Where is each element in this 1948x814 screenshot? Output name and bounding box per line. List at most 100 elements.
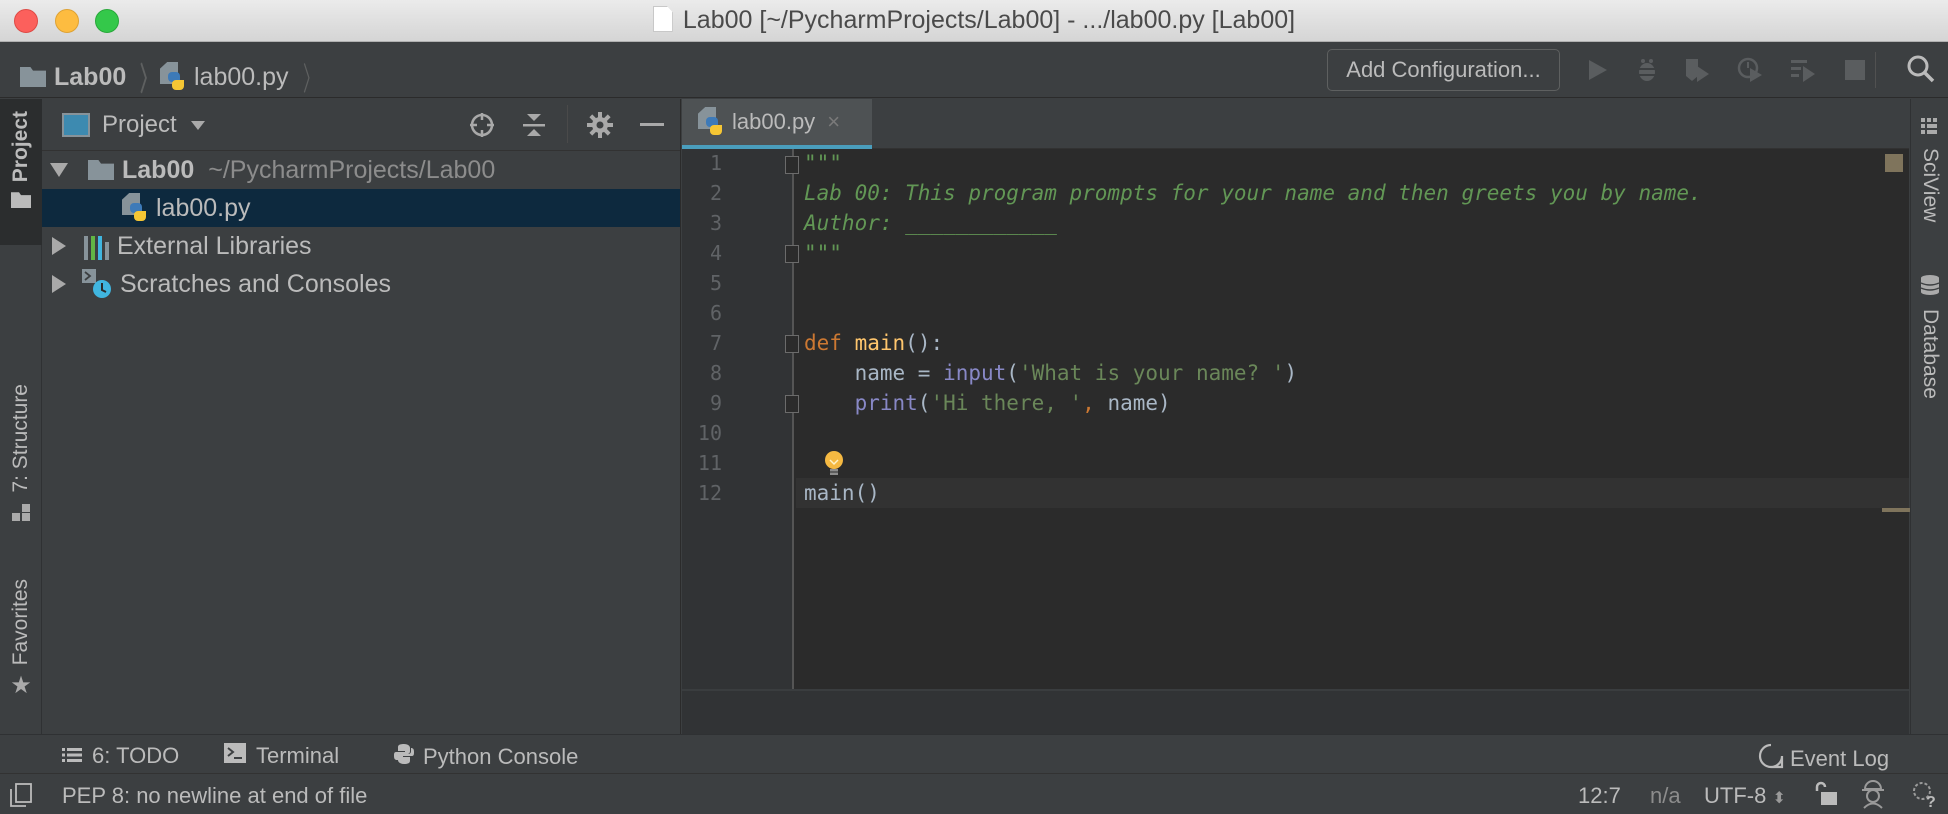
editor-gutter: 1 2 3 4 5 6 7 8 9 10 11 12	[682, 149, 794, 689]
python-file-icon	[122, 193, 150, 223]
line-number: 6	[709, 301, 722, 325]
settings-help-icon[interactable]: ?	[1910, 779, 1940, 814]
editor-tabs: lab00.py ×	[682, 99, 1909, 149]
code-line-3[interactable]: Author: ____________	[804, 208, 1057, 238]
stop-icon[interactable]	[1841, 56, 1869, 84]
code-line-1[interactable]: """	[804, 148, 842, 178]
project-panel-header: Project	[42, 99, 680, 151]
folder-icon	[88, 160, 114, 180]
tool-window-bar: 6: TODO Terminal Python Console Event Lo…	[0, 734, 1948, 774]
tree-item-project-root[interactable]: Lab00 ~/PycharmProjects/Lab00	[42, 151, 680, 189]
toggle-tool-windows-icon[interactable]	[10, 783, 32, 812]
code-line-12[interactable]: main()	[804, 478, 880, 508]
tool-tab-sciview[interactable]: SciView	[1911, 117, 1948, 222]
fold-collapse-icon[interactable]	[785, 245, 799, 263]
scratches-icon	[82, 269, 112, 299]
search-icon[interactable]	[1906, 54, 1936, 84]
left-tool-strip: Project 7: Structure Favorites ★	[0, 99, 42, 734]
status-message[interactable]: PEP 8: no newline at end of file	[62, 783, 367, 809]
warning-stripe-marker[interactable]	[1882, 508, 1910, 512]
locate-file-icon[interactable]	[468, 111, 496, 139]
todo-tool-button[interactable]: 6: TODO	[62, 743, 179, 769]
line-number: 9	[709, 391, 722, 415]
libraries-icon	[84, 232, 109, 260]
caret-position[interactable]: 12:7	[1578, 783, 1621, 809]
fold-collapse-icon[interactable]	[785, 335, 799, 353]
tool-tab-database[interactable]: Database	[1911, 274, 1948, 399]
hector-inspector-icon[interactable]	[1860, 779, 1886, 814]
structure-icon	[11, 503, 31, 528]
document-icon	[652, 6, 673, 32]
code-line-7[interactable]: def main():	[804, 328, 943, 358]
breadcrumb-project[interactable]: Lab00 〉	[20, 54, 164, 100]
expand-arrow-icon[interactable]	[50, 163, 68, 177]
run-icon[interactable]	[1583, 56, 1611, 84]
code-line-8[interactable]: name = input('What is your name? ')	[804, 358, 1298, 388]
line-number: 5	[709, 271, 722, 295]
lightbulb-icon[interactable]	[822, 449, 846, 479]
line-number: 3	[709, 211, 722, 235]
updown-arrows-icon: ⬍	[1772, 790, 1786, 807]
close-tab-icon[interactable]: ×	[827, 109, 840, 135]
unlock-icon[interactable]	[1813, 781, 1839, 812]
tool-tab-structure[interactable]: 7: Structure	[0, 384, 42, 544]
tree-item-external-libraries[interactable]: External Libraries	[42, 227, 680, 265]
editor-tab-lab00[interactable]: lab00.py ×	[682, 99, 872, 149]
add-configuration-button[interactable]: Add Configuration...	[1327, 49, 1560, 91]
toolbar-separator	[1875, 52, 1876, 88]
concurrency-icon[interactable]	[1789, 56, 1817, 84]
project-view-selector[interactable]: Project	[62, 111, 205, 139]
tool-tab-favorites[interactable]: Favorites ★	[0, 579, 42, 719]
tree-item-file[interactable]: lab00.py	[42, 189, 680, 227]
database-icon	[1919, 274, 1941, 301]
folder-icon	[20, 67, 46, 87]
code-line-2[interactable]: Lab 00: This program prompts for your na…	[804, 178, 1702, 208]
tree-item-scratches[interactable]: Scratches and Consoles	[42, 265, 680, 303]
python-file-icon	[698, 107, 726, 137]
breadcrumb-separator-icon: 〉	[140, 61, 157, 97]
navigation-bar: Lab00 〉 lab00.py 〉 Add Configuration...	[0, 42, 1948, 98]
line-number: 7	[709, 331, 722, 355]
folder-icon	[11, 192, 31, 209]
hide-panel-icon[interactable]	[638, 111, 666, 139]
line-number: 11	[697, 451, 722, 475]
tool-tab-project[interactable]: Project	[0, 99, 42, 245]
list-icon	[62, 743, 82, 769]
gear-icon[interactable]	[586, 111, 614, 139]
expand-arrow-icon[interactable]	[52, 237, 66, 255]
code-editor: lab00.py × 1 2 3 4 5 6 7 8 9 10 11 12 ""…	[682, 99, 1910, 734]
line-number: 1	[709, 151, 722, 175]
line-number: 2	[709, 181, 722, 205]
header-separator	[567, 105, 568, 143]
chevron-down-icon	[190, 120, 205, 130]
expand-arrow-icon[interactable]	[52, 275, 66, 293]
svg-text:?: ?	[1926, 794, 1936, 809]
terminal-tool-button[interactable]: Terminal	[224, 743, 339, 769]
fold-collapse-icon[interactable]	[785, 395, 799, 413]
title-bar: Lab00 [~/PycharmProjects/Lab00] - .../la…	[0, 0, 1948, 42]
python-icon	[393, 743, 415, 771]
breadcrumb-separator-icon: 〉	[302, 61, 319, 97]
file-encoding[interactable]: UTF-8 ⬍	[1704, 783, 1786, 809]
window-title: Lab00 [~/PycharmProjects/Lab00] - .../la…	[0, 6, 1948, 35]
event-log-tool-button[interactable]: Event Log	[1758, 743, 1889, 775]
project-panel: Project Lab00 ~/PycharmProjects/Lab00 la…	[42, 99, 681, 734]
project-view-icon	[62, 113, 90, 137]
run-with-coverage-icon[interactable]	[1683, 56, 1711, 84]
sciview-icon	[1920, 117, 1940, 142]
debug-icon[interactable]	[1633, 56, 1661, 84]
code-line-9[interactable]: print('Hi there, ', name)	[804, 388, 1171, 418]
profile-icon[interactable]	[1736, 56, 1764, 84]
python-console-tool-button[interactable]: Python Console	[393, 743, 578, 771]
star-icon: ★	[10, 672, 32, 700]
code-line-4[interactable]: """	[804, 238, 842, 268]
breadcrumb-file[interactable]: lab00.py 〉	[160, 54, 327, 100]
line-separator[interactable]: n/a	[1650, 783, 1681, 809]
python-file-icon	[160, 62, 188, 92]
collapse-all-icon[interactable]	[520, 111, 548, 139]
status-bar: PEP 8: no newline at end of file 12:7 n/…	[0, 775, 1948, 814]
terminal-icon	[224, 743, 246, 769]
fold-collapse-icon[interactable]	[785, 156, 799, 174]
line-number: 10	[697, 421, 722, 445]
inspection-status-icon[interactable]	[1885, 154, 1903, 172]
